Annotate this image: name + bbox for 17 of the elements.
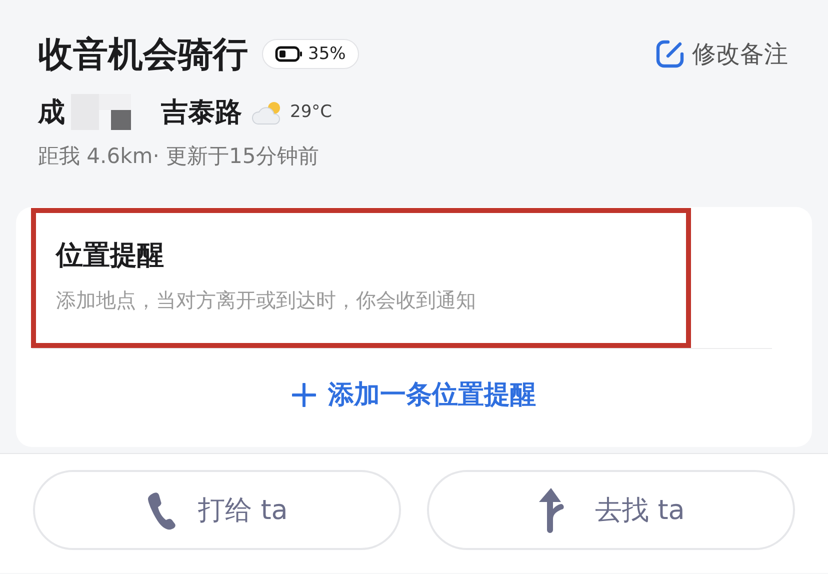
edit-note-link[interactable]: 修改备注 (654, 38, 788, 70)
call-button[interactable]: 打给 ta (33, 470, 401, 550)
card-title: 位置提醒 (56, 239, 165, 273)
distance-update-text: 距我 4.6km· 更新于15分钟前 (38, 143, 320, 170)
address-text: 成 (38, 96, 65, 130)
card-description: 添加地点，当对方离开或到达时，你会收到通知 (56, 287, 477, 314)
redacted-area (71, 94, 131, 130)
address-text: 吉泰路 (161, 96, 242, 130)
phone-icon (146, 490, 176, 530)
plus-icon (292, 382, 316, 406)
navigate-button[interactable]: 去找 ta (427, 470, 795, 550)
battery-badge: 35% (262, 39, 359, 69)
edit-icon (654, 38, 686, 70)
add-reminder-button[interactable]: 添加一条位置提醒 (284, 369, 544, 420)
contact-name: 收音机会骑行 (38, 34, 248, 76)
temperature-text: 29°C (290, 102, 332, 122)
battery-icon (275, 46, 303, 62)
